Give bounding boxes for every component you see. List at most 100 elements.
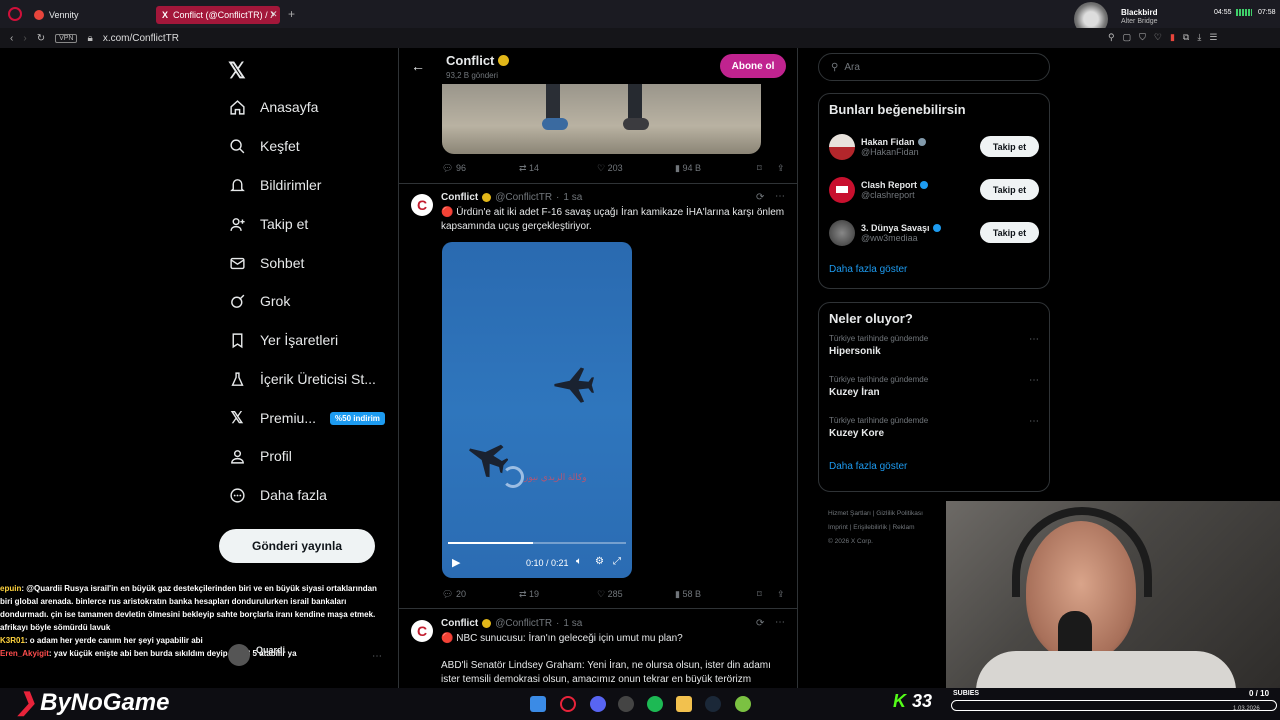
snapshot-icon[interactable]: ▢ <box>1123 32 1132 43</box>
nav-more[interactable]: Daha fazla <box>228 481 327 509</box>
follow-button[interactable]: Takip et <box>980 179 1039 200</box>
more-options-icon[interactable]: ⋯ <box>372 651 382 662</box>
tab-close-icon[interactable]: ✕ <box>270 9 278 20</box>
follow-button[interactable]: Takip et <box>980 136 1039 157</box>
like-button[interactable]: ♡ 203 <box>597 163 675 174</box>
nav-bookmarks[interactable]: Yer İşaretleri <box>228 326 338 354</box>
post-button[interactable]: Gönderi yayınla <box>219 529 375 563</box>
bookmark-icon[interactable]: ⌑ <box>757 589 777 600</box>
trend-item[interactable]: Türkiye tarihinde gündemde Kuzey Kore ⋯ <box>819 416 1049 457</box>
show-more-link[interactable]: Daha fazla göster <box>819 457 1049 476</box>
author-handle[interactable]: @ConflictTR <box>495 192 552 203</box>
tweet-image[interactable] <box>442 84 761 154</box>
tab-conflict[interactable]: X Conflict (@ConflictTR) / X <box>156 6 280 24</box>
opera-icon[interactable] <box>8 7 22 21</box>
opera-icon[interactable] <box>560 696 576 712</box>
nav-follow[interactable]: Takip et <box>228 210 308 238</box>
follow-button[interactable]: Takip et <box>980 222 1039 243</box>
nav-home[interactable]: Anasayfa <box>228 93 318 121</box>
video-time: 0:10 / 0:21 <box>526 558 569 568</box>
avatar[interactable]: C <box>411 194 433 216</box>
download-icon[interactable]: ⤓ <box>1197 32 1201 43</box>
tweet-time[interactable]: 1 sa <box>563 618 582 629</box>
folder-icon[interactable] <box>676 696 692 712</box>
suggestion-row[interactable]: Clash Report @clashreport Takip et <box>819 168 1049 211</box>
more-options-icon[interactable]: ⋯ <box>1029 416 1039 427</box>
settings-icon[interactable]: ⚙ <box>595 556 604 567</box>
nav-chat[interactable]: Sohbet <box>228 249 304 277</box>
x-icon: X <box>162 10 169 20</box>
suggestion-row[interactable]: 3. Dünya Savaşı @ww3mediaa Takip et <box>819 211 1049 254</box>
footer-link[interactable]: Gizlilik Politikası <box>876 510 923 517</box>
video-progress[interactable] <box>448 542 626 544</box>
steam-icon[interactable] <box>705 696 721 712</box>
vpn-badge[interactable]: VPN <box>55 33 78 43</box>
play-icon[interactable]: ▶ <box>452 556 460 569</box>
kick-count: 33 <box>912 691 933 711</box>
avatar[interactable]: C <box>411 620 433 642</box>
more-options-icon[interactable]: ⋯ <box>1029 334 1039 345</box>
views-button[interactable]: ▮ 58 B <box>675 589 757 600</box>
shield-icon[interactable]: ⛉ <box>1139 32 1146 43</box>
retweet-button[interactable]: ⇄ 14 <box>519 163 597 174</box>
windows-start-icon[interactable] <box>530 696 546 712</box>
author-handle[interactable]: @ConflictTR <box>495 618 552 629</box>
author-name[interactable]: Conflict <box>441 618 478 629</box>
grok-icon[interactable]: ⟳ <box>756 192 764 203</box>
more-options-icon[interactable]: ⋯ <box>775 617 785 628</box>
share-icon[interactable]: ⇪ <box>777 589 785 600</box>
more-options-icon[interactable]: ⋯ <box>775 191 785 202</box>
copyright: © 2026 X Corp. <box>828 538 873 545</box>
subscribe-button[interactable]: Abone ol <box>720 54 786 78</box>
obs-icon[interactable] <box>618 696 634 712</box>
nav-grok[interactable]: Grok <box>228 287 290 315</box>
nav-explore[interactable]: Keşfet <box>228 132 300 160</box>
tweet-video[interactable]: وكالة الزيدي نيوز ▶ 0:10 / 0:21 🔈︎ ⚙ ⤢ <box>442 242 632 578</box>
tab-vennity[interactable]: Vennity <box>28 6 152 24</box>
like-button[interactable]: ♡ 285 <box>597 589 675 600</box>
spotify-icon[interactable] <box>647 696 663 712</box>
mute-icon[interactable]: 🔈︎ <box>576 556 582 567</box>
discord-icon[interactable] <box>590 696 606 712</box>
search-box[interactable]: ⚲ Ara <box>818 53 1050 81</box>
bookmark-icon[interactable]: ⌑ <box>757 163 777 174</box>
new-tab-icon[interactable]: + <box>288 7 295 21</box>
grok-icon[interactable]: ⟳ <box>756 618 764 629</box>
nav-premium[interactable]: 𝕏 Premiu... %50 indirim <box>228 404 385 432</box>
back-arrow-icon[interactable]: ← <box>411 58 425 74</box>
extensions-icon[interactable]: ⧉ <box>1183 32 1189 43</box>
reload-icon[interactable]: ↻ <box>37 33 45 44</box>
player-icon[interactable]: ▮ <box>1170 32 1175 43</box>
show-more-link[interactable]: Daha fazla göster <box>819 254 1049 285</box>
x-logo-icon[interactable]: 𝕏 <box>228 58 246 84</box>
views-button[interactable]: ▮ 94 B <box>675 163 757 174</box>
footer-link[interactable]: Erişilebilirlik <box>853 524 887 531</box>
retweet-button[interactable]: ⇄ 19 <box>519 589 597 600</box>
chat-user: Eren_Akyigit <box>0 649 49 658</box>
nav-creator-studio[interactable]: İçerik Üreticisi St... <box>228 365 376 393</box>
reply-button[interactable]: 💬︎ 96 <box>442 163 519 174</box>
heart-icon[interactable]: ♡ <box>1154 32 1162 43</box>
back-icon[interactable]: ‹ <box>10 33 13 44</box>
fullscreen-icon[interactable]: ⤢ <box>613 556 621 567</box>
trend-item[interactable]: Türkiye tarihinde gündemde Hipersonik ⋯ <box>819 334 1049 375</box>
nav-profile[interactable]: Profil <box>228 442 292 470</box>
forward-icon[interactable]: › <box>23 33 26 44</box>
menu-icon[interactable]: ☰ <box>1209 32 1217 43</box>
pin-icon[interactable]: ⚲ <box>1108 32 1115 43</box>
home-icon <box>228 98 246 116</box>
footer-link[interactable]: Imprint <box>828 524 848 531</box>
suggestion-row[interactable]: Hakan Fidan @HakanFidan Takip et <box>819 125 1049 168</box>
more-options-icon[interactable]: ⋯ <box>1029 375 1039 386</box>
author-name[interactable]: Conflict <box>441 192 478 203</box>
footer-link[interactable]: Hizmet Şartları <box>828 510 871 517</box>
trend-item[interactable]: Türkiye tarihinde gündemde Kuzey İran ⋯ <box>819 375 1049 416</box>
browser-tab-bar: Vennity X Conflict (@ConflictTR) / X ✕ +… <box>0 0 1280 36</box>
url-field[interactable]: x.com/ConflictTR <box>103 33 179 44</box>
footer-link[interactable]: Reklam <box>892 524 914 531</box>
reply-button[interactable]: 💬︎ 20 <box>442 589 519 600</box>
app-icon[interactable] <box>735 696 751 712</box>
nav-notifications[interactable]: Bildirimler <box>228 171 321 199</box>
share-icon[interactable]: ⇪ <box>777 163 785 174</box>
tweet-time[interactable]: 1 sa <box>563 192 582 203</box>
